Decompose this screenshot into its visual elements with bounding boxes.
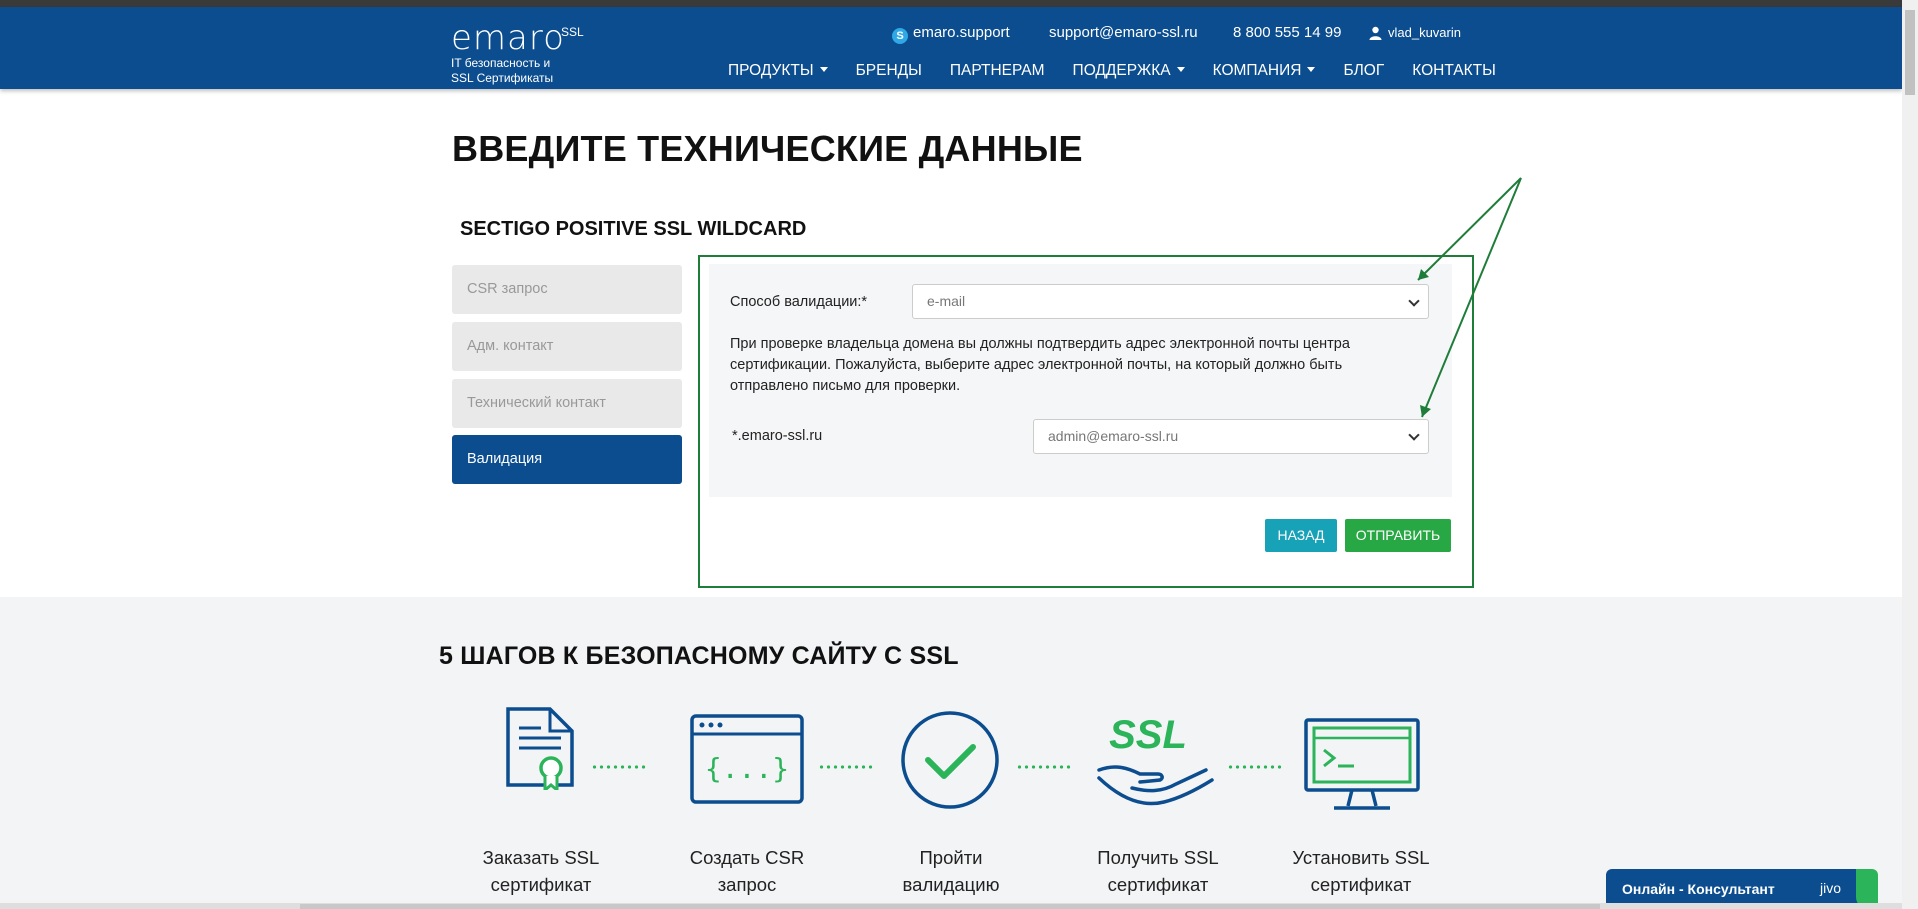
phone-link[interactable]: 8 800 555 14 99 (1233, 24, 1341, 41)
user-name: vlad_kuvarin (1388, 25, 1461, 40)
caret-down-icon (1176, 67, 1185, 72)
step-label-order: Заказать SSL сертификат (456, 844, 626, 898)
nav-label: ПОДДЕРЖКА (1072, 62, 1171, 79)
validation-method-label: Способ валидации:* (730, 294, 868, 310)
chat-brand-logo: jivo (1820, 880, 1842, 896)
main-nav: ПРОДУКТЫ БРЕНДЫ ПАРТНЕРАМ ПОДДЕРЖКА КОМП… (728, 62, 1524, 80)
nav-item-company[interactable]: КОМПАНИЯ (1213, 62, 1316, 80)
step-line2: сертификат (1310, 874, 1412, 895)
nav-item-contacts[interactable]: КОНТАКТЫ (1412, 62, 1496, 80)
monitor-terminal-icon (1304, 718, 1420, 810)
chat-label: Онлайн - Консультант (1622, 881, 1775, 897)
logo-tagline-line1: IT безопасность и (451, 56, 551, 70)
skype-label: emaro.support (913, 24, 1010, 41)
step-label-install: Установить SSL сертификат (1276, 844, 1446, 898)
step-line2: запрос (717, 874, 777, 895)
user-icon (1369, 26, 1382, 40)
approver-email-value: admin@emaro-ssl.ru (1048, 428, 1179, 444)
horizontal-scrollbar-thumb[interactable] (300, 904, 1600, 909)
step-line1: Пройти (919, 847, 983, 868)
nav-label: ПАРТНЕРАМ (949, 62, 1045, 79)
browser-top-strip (0, 0, 1918, 7)
support-email-link[interactable]: support@emaro-ssl.ru (1049, 24, 1198, 41)
caret-down-icon (819, 67, 828, 72)
skype-link[interactable]: Semaro.support (892, 24, 1010, 44)
step-line2: валидацию (902, 874, 1000, 895)
logo-tagline-line2: SSL Сертификаты (451, 71, 554, 85)
nav-label: БЛОГ (1343, 62, 1385, 79)
product-title: SECTIGO POSITIVE SSL WILDCARD (460, 218, 807, 240)
step-label-receive: Получить SSL сертификат (1073, 844, 1243, 898)
steps-title: 5 ШАГОВ К БЕЗОПАСНОМУ САЙТУ С SSL (439, 642, 959, 670)
nav-item-support[interactable]: ПОДДЕРЖКА (1073, 62, 1185, 80)
sidebar-item-validation[interactable]: Валидация (452, 435, 682, 484)
step-label-csr: Создать CSR запрос (662, 844, 832, 898)
back-button[interactable]: НАЗАД (1265, 519, 1337, 552)
step-line2: сертификат (1107, 874, 1209, 895)
nav-label: ПРОДУКТЫ (728, 62, 814, 79)
step-line2: сертификат (490, 874, 592, 895)
page-title: ВВЕДИТЕ ТЕХНИЧЕСКИЕ ДАННЫЕ (452, 128, 1083, 169)
step-connector-dots (818, 765, 874, 769)
domain-label: *.emaro-ssl.ru (732, 428, 823, 444)
caret-down-icon (1307, 67, 1316, 72)
nav-label: БРЕНДЫ (855, 62, 922, 79)
nav-item-brands[interactable]: БРЕНДЫ (856, 62, 922, 80)
nav-label: КОМПАНИЯ (1212, 62, 1302, 79)
certificate-icon (506, 707, 574, 790)
step-line1: Заказать SSL (482, 847, 600, 868)
logo-word: emaro (451, 18, 565, 58)
step-line1: Создать CSR (689, 847, 805, 868)
sidebar-item-tech-contact[interactable]: Технический контакт (452, 379, 682, 428)
site-header: emaro SSL IT безопасность и SSL Сертифик… (0, 7, 1902, 89)
chevron-down-icon (1408, 429, 1420, 441)
sidebar-item-csr[interactable]: CSR запрос (452, 265, 682, 314)
sidebar-item-admin-contact[interactable]: Адм. контакт (452, 322, 682, 371)
send-button[interactable]: ОТПРАВИТЬ (1345, 519, 1451, 552)
skype-icon: S (892, 28, 908, 44)
step-line1: Установить SSL (1292, 847, 1430, 868)
nav-item-blog[interactable]: БЛОГ (1343, 62, 1384, 80)
step-line1: Получить SSL (1097, 847, 1219, 868)
approver-email-select[interactable]: admin@emaro-ssl.ru (1033, 419, 1429, 454)
validation-method-value: e-mail (927, 293, 966, 309)
nav-item-products[interactable]: ПРОДУКТЫ (728, 62, 828, 80)
ssl-hand-icon: SSL (1097, 713, 1214, 806)
vertical-scrollbar-thumb[interactable] (1905, 10, 1915, 95)
code-window-icon: {...} (690, 714, 804, 804)
logo-ssl-mark: SSL (561, 25, 584, 39)
nav-item-partners[interactable]: ПАРТНЕРАМ (950, 62, 1045, 80)
annotation-arrow-icon (1417, 177, 1522, 418)
ssl-icon-text: SSL (1109, 713, 1187, 757)
annotation-arrows (1417, 177, 1522, 418)
step-connector-dots (1227, 765, 1283, 769)
site-logo[interactable]: emaro SSL IT безопасность и SSL Сертифик… (451, 18, 584, 85)
step-connector-dots (591, 765, 647, 769)
step-label-validation: Пройти валидацию (866, 844, 1036, 898)
checkmark-circle-icon (901, 711, 999, 809)
user-account-link[interactable]: vlad_kuvarin (1369, 25, 1461, 40)
validation-method-select[interactable]: e-mail (912, 284, 1429, 319)
validation-help-text: При проверке владельца домена вы должны … (730, 336, 1350, 394)
step-connector-dots (1016, 765, 1072, 769)
nav-label: КОНТАКТЫ (1412, 62, 1496, 79)
code-icon-text: {...} (705, 752, 789, 785)
vertical-scrollbar[interactable] (1902, 0, 1918, 909)
